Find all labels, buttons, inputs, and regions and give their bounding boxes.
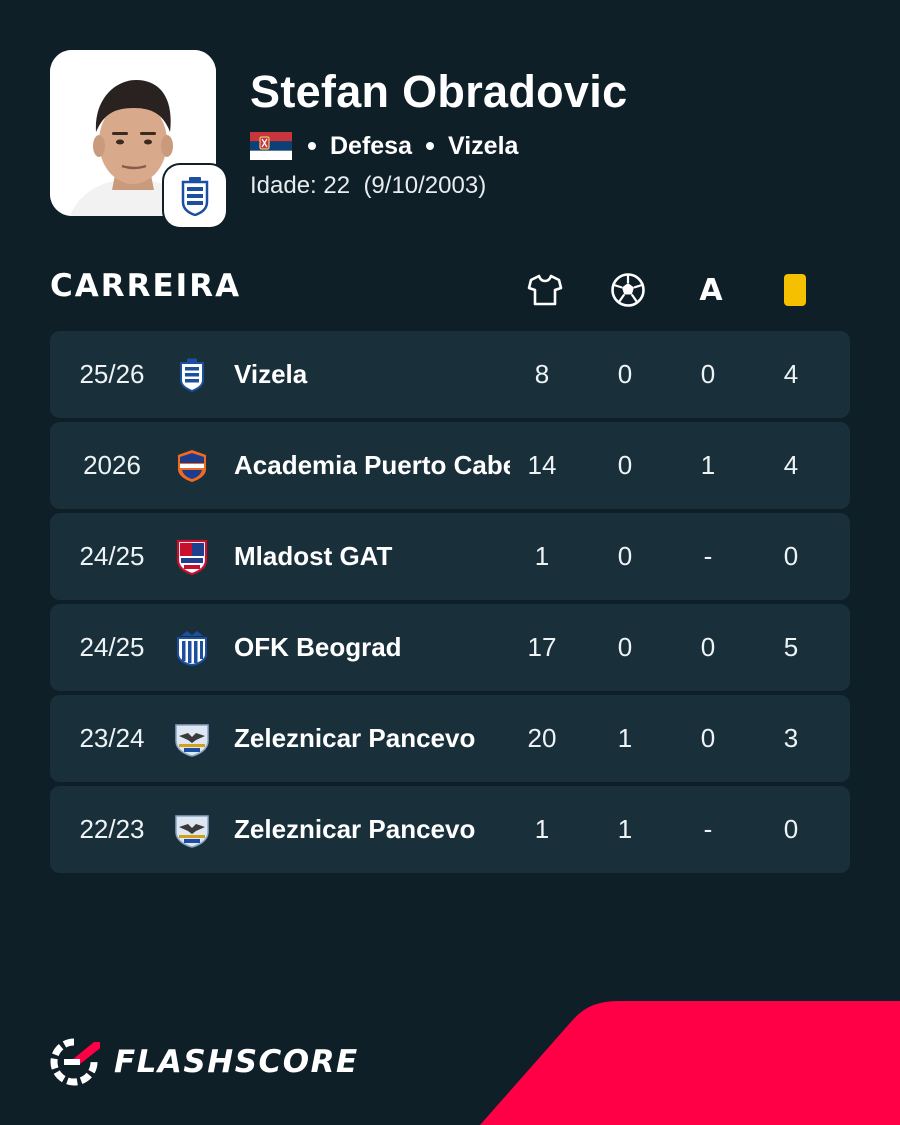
assists: 0 <box>700 359 716 389</box>
separator-dot <box>308 142 316 150</box>
football-icon <box>608 270 648 310</box>
season: 24/25 <box>79 632 145 662</box>
career-section-title: CARREIRA <box>50 268 242 304</box>
career-row[interactable]: 24/25 OFK Beograd 17 0 0 5 <box>50 604 850 691</box>
assists: - <box>703 541 713 571</box>
appearances: 8 <box>534 359 550 389</box>
birth-date: (9/10/2003) <box>363 172 487 199</box>
club-name: Mladost GAT <box>234 541 393 571</box>
footer-accent-shape <box>480 1001 900 1125</box>
appearances: 14 <box>527 450 557 480</box>
season: 22/23 <box>79 814 145 844</box>
zeleznicar-pancevo-logo-icon <box>174 721 210 757</box>
yellow-cards: 4 <box>783 359 799 389</box>
goals: 1 <box>617 814 633 844</box>
separator-dot <box>426 142 434 150</box>
appearances: 1 <box>534 814 550 844</box>
zeleznicar-pancevo-logo-icon <box>174 812 210 848</box>
vizela-logo-icon <box>174 357 210 393</box>
club-name: Zeleznicar Pancevo <box>234 814 476 844</box>
career-row[interactable]: 2026 Academia Puerto Cabello 14 0 1 4 <box>50 422 850 509</box>
age-label: Idade: 22 <box>250 172 351 199</box>
appearances: 20 <box>527 723 557 753</box>
season: 25/26 <box>79 359 145 389</box>
career-row[interactable]: 24/25 Mladost GAT 1 0 - 0 <box>50 513 850 600</box>
yellow-cards: 5 <box>783 632 799 662</box>
player-age: Idade: 22 (9/10/2003) <box>250 172 486 200</box>
player-position: Defesa <box>330 131 412 160</box>
yellow-cards: 4 <box>783 450 799 480</box>
appearances: 17 <box>527 632 557 662</box>
academia-puerto-cabello-logo-icon <box>174 448 210 484</box>
yellow-cards: 3 <box>783 723 799 753</box>
assists: 0 <box>700 632 716 662</box>
season: 23/24 <box>79 723 145 753</box>
season: 2026 <box>83 450 141 480</box>
club-badge-vizela <box>164 165 226 227</box>
career-table: 25/26 Vizela 8 0 0 4 2026 Academia Puert… <box>50 331 850 877</box>
ofk-beograd-logo-icon <box>174 630 210 666</box>
player-club: Vizela <box>448 131 519 160</box>
yellow-card-icon <box>775 270 815 310</box>
yellow-cards: 0 <box>783 541 799 571</box>
assists: 0 <box>700 723 716 753</box>
club-name: OFK Beograd <box>234 632 402 662</box>
vizela-logo-icon <box>181 177 209 216</box>
flashscore-brand: FLASHSCORE <box>50 1038 359 1086</box>
assists: - <box>703 814 713 844</box>
serbia-flag-icon <box>250 132 292 160</box>
mladost-gat-logo-icon <box>174 539 210 576</box>
club-name: Zeleznicar Pancevo <box>234 723 476 753</box>
career-row[interactable]: 23/24 Zeleznicar Pancevo 20 1 0 3 <box>50 695 850 782</box>
player-meta: Defesa Vizela <box>250 130 518 162</box>
assists-column-label: A <box>699 272 723 308</box>
player-name: Stefan Obradovic <box>250 66 628 117</box>
club-name: Vizela <box>234 359 308 389</box>
goals: 1 <box>617 723 633 753</box>
yellow-cards: 0 <box>783 814 799 844</box>
appearances: 1 <box>534 541 550 571</box>
goals: 0 <box>617 359 633 389</box>
brand-name: FLASHSCORE <box>114 1044 359 1080</box>
career-row[interactable]: 25/26 Vizela 8 0 0 4 <box>50 331 850 418</box>
goals: 0 <box>617 541 633 571</box>
goals: 0 <box>617 450 633 480</box>
shirt-icon <box>525 270 565 310</box>
flashscore-logo-icon <box>50 1038 100 1086</box>
club-name: Academia Puerto Cabello <box>234 450 510 480</box>
assists: 1 <box>700 450 716 480</box>
goals: 0 <box>617 632 633 662</box>
career-row[interactable]: 22/23 Zeleznicar Pancevo 1 1 - 0 <box>50 786 850 873</box>
season: 24/25 <box>79 541 145 571</box>
